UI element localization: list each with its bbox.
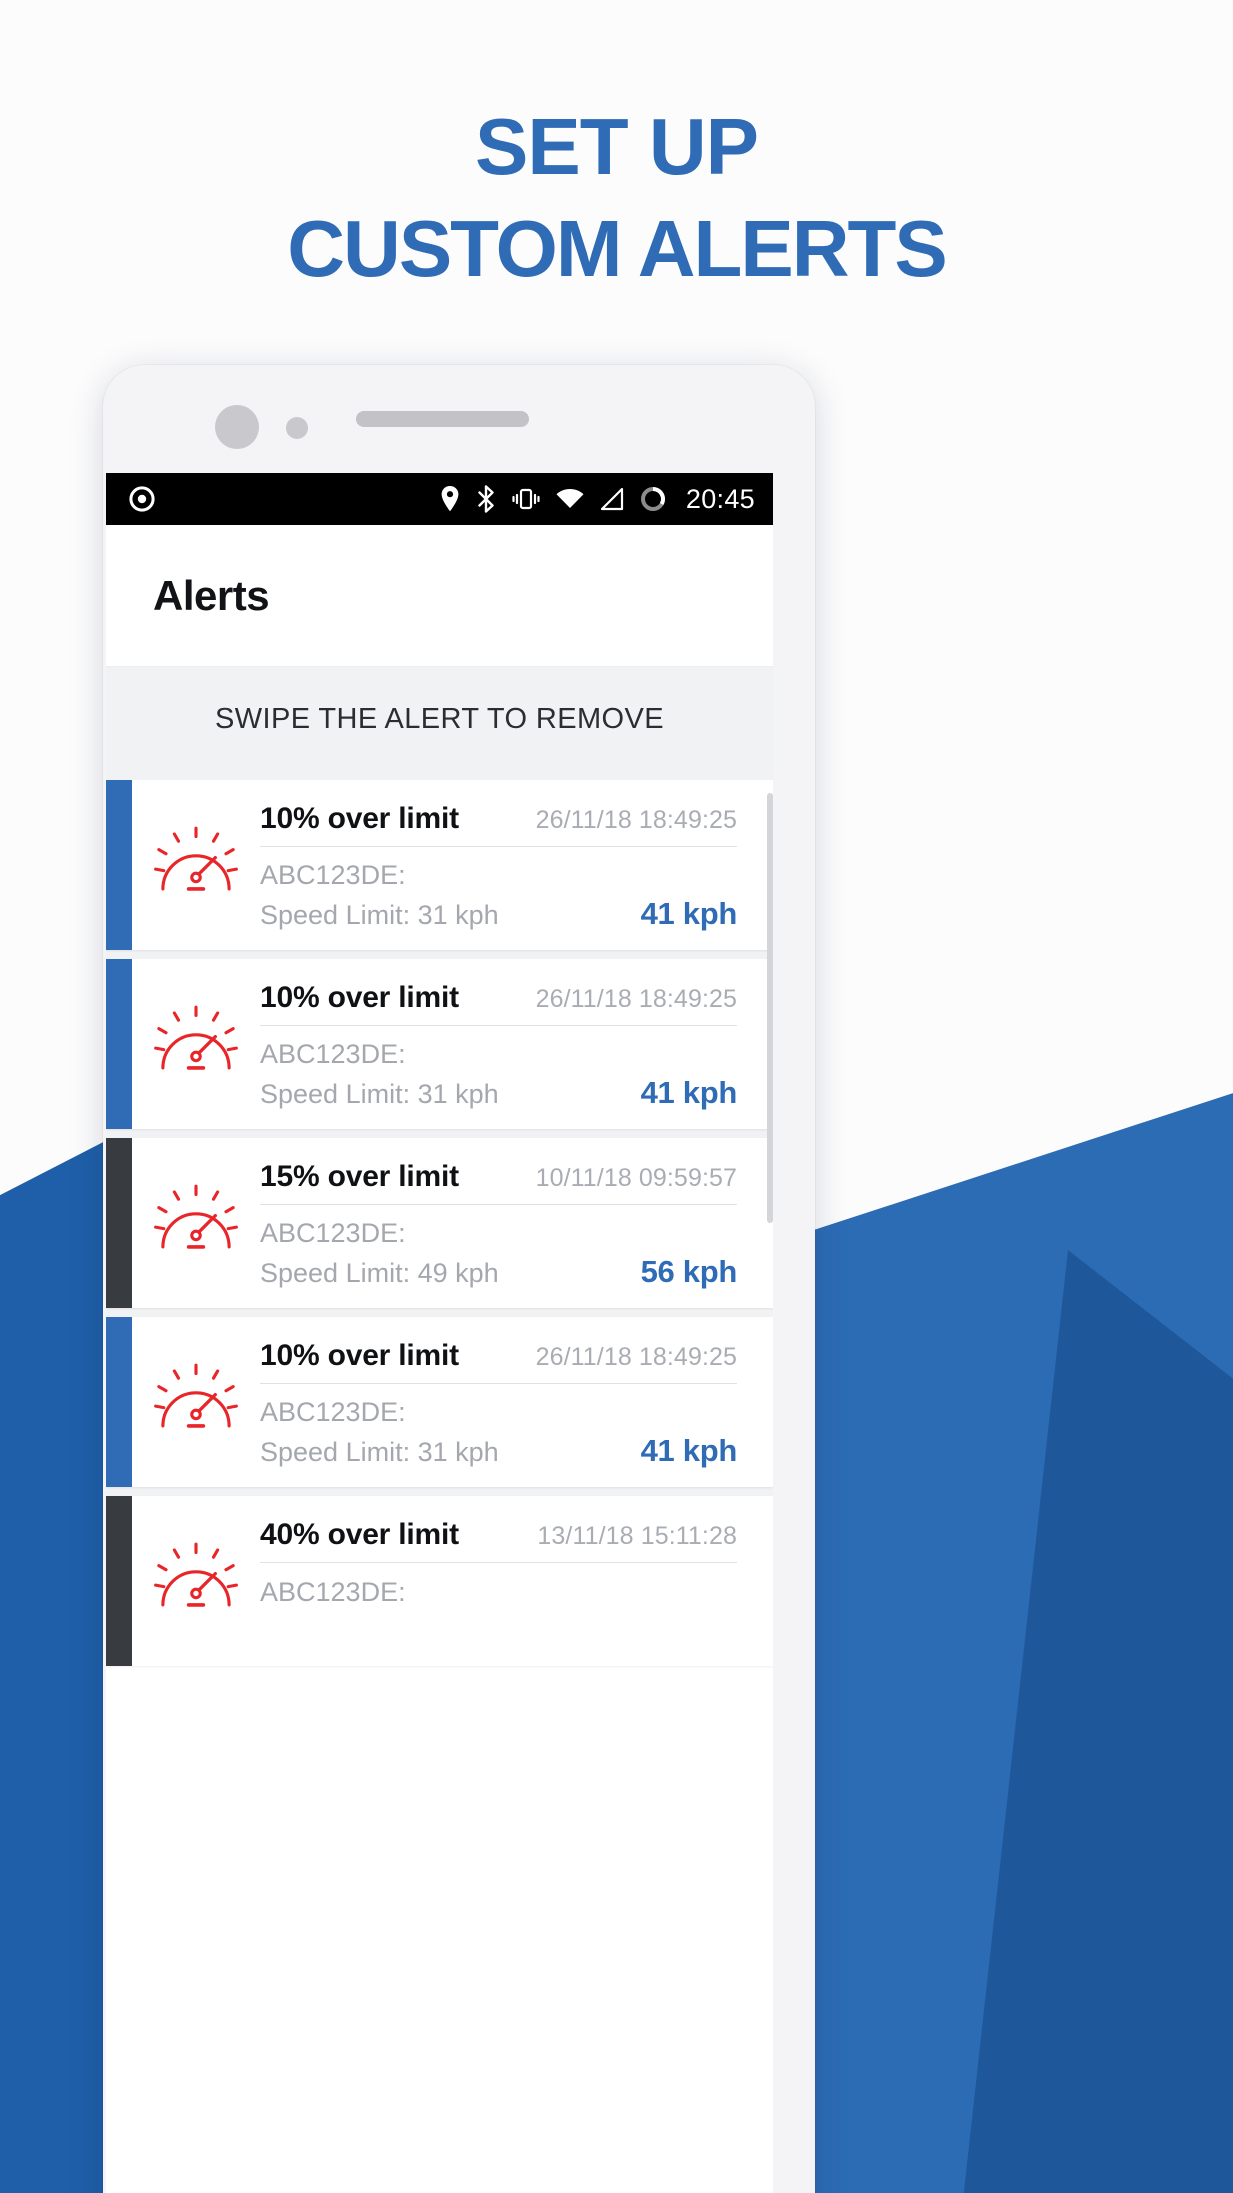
speedometer-icon <box>132 1496 260 1666</box>
alert-list-item-0[interactable]: 10% over limit 26/11/18 18:49:25 ABC123D… <box>106 780 773 950</box>
record-dot-icon <box>128 485 156 513</box>
battery-icon <box>639 485 667 513</box>
alert-vehicle-plate: ABC123DE: <box>260 1577 406 1607</box>
promo-headline: SET UP CUSTOM ALERTS <box>0 96 1233 301</box>
alert-title: 10% over limit <box>260 802 459 835</box>
alert-body: 10% over limit 26/11/18 18:49:25 ABC123D… <box>260 780 773 950</box>
alert-speed-limit: Speed Limit: 49 kph <box>260 1258 499 1288</box>
speedometer-icon <box>132 780 260 950</box>
swipe-hint: SWIPE THE ALERT TO REMOVE <box>106 667 773 771</box>
alert-vehicle-plate: ABC123DE: <box>260 1039 406 1070</box>
alert-body: 40% over limit 13/11/18 15:11:28 ABC123D… <box>260 1496 773 1666</box>
alert-timestamp: 13/11/18 15:11:28 <box>537 1522 737 1550</box>
alert-vehicle-plate: ABC123DE: <box>260 1218 406 1249</box>
page-title: Alerts <box>153 571 270 619</box>
alert-body: 10% over limit 26/11/18 18:49:25 ABC123D… <box>260 1317 773 1487</box>
signal-icon <box>598 485 626 513</box>
phone-mockup: 20:45 Alerts SWIPE THE ALERT TO REMOVE 1… <box>103 365 815 2193</box>
alert-speed-limit: Speed Limit: 31 kph <box>260 1437 499 1467</box>
promo-screenshot: SET UP CUSTOM ALERTS 20:45 Alerts SWIPE … <box>0 0 1233 2193</box>
alert-status-bar <box>106 1138 132 1308</box>
app-bar: Alerts <box>106 525 773 667</box>
scrollbar-thumb[interactable] <box>767 793 773 1223</box>
speedometer-icon <box>132 1317 260 1487</box>
bluetooth-icon <box>475 485 497 513</box>
alert-speed-limit: Speed Limit: 31 kph <box>260 1079 499 1109</box>
alert-title: 15% over limit <box>260 1160 459 1193</box>
alert-divider <box>260 1562 737 1563</box>
alert-actual-speed: 41 kph <box>640 1433 738 1468</box>
alert-timestamp: 10/11/18 09:59:57 <box>535 1164 737 1192</box>
location-pin-icon <box>438 485 462 513</box>
alert-actual-speed: 56 kph <box>640 1254 738 1289</box>
status-bar-clock: 20:45 <box>685 483 755 514</box>
alert-actual-speed: 41 kph <box>640 896 738 931</box>
alert-actual-speed: 41 kph <box>640 1075 738 1110</box>
wifi-icon <box>555 485 585 513</box>
alert-status-bar <box>106 780 132 950</box>
front-camera-icon <box>215 405 259 449</box>
vibrate-icon <box>510 485 542 513</box>
alert-list-item-4[interactable]: 40% over limit 13/11/18 15:11:28 ABC123D… <box>106 1496 773 1666</box>
alert-title: 10% over limit <box>260 1339 459 1372</box>
phone-bezel-top <box>103 365 815 473</box>
alert-list-item-1[interactable]: 10% over limit 26/11/18 18:49:25 ABC123D… <box>106 959 773 1129</box>
alert-timestamp: 26/11/18 18:49:25 <box>535 806 737 834</box>
phone-screen: 20:45 Alerts SWIPE THE ALERT TO REMOVE 1… <box>106 473 773 2193</box>
promo-headline-line1: SET UP <box>475 102 759 191</box>
alert-status-bar <box>106 1496 132 1666</box>
alert-title: 10% over limit <box>260 981 459 1014</box>
speedometer-icon <box>132 1138 260 1308</box>
alert-body: 10% over limit 26/11/18 18:49:25 ABC123D… <box>260 959 773 1129</box>
promo-headline-line2: CUSTOM ALERTS <box>287 204 947 294</box>
alert-title: 40% over limit <box>260 1518 459 1551</box>
alert-speed-limit: Speed Limit: 31 kph <box>260 900 499 930</box>
sensor-icon <box>286 417 308 439</box>
alert-timestamp: 26/11/18 18:49:25 <box>535 985 737 1013</box>
alert-vehicle-plate: ABC123DE: <box>260 1397 406 1428</box>
alert-vehicle-plate: ABC123DE: <box>260 860 406 891</box>
alert-list-item-3[interactable]: 10% over limit 26/11/18 18:49:25 ABC123D… <box>106 1317 773 1487</box>
alert-body: 15% over limit 10/11/18 09:59:57 ABC123D… <box>260 1138 773 1308</box>
alert-timestamp: 26/11/18 18:49:25 <box>535 1343 737 1371</box>
alert-status-bar <box>106 959 132 1129</box>
alert-status-bar <box>106 1317 132 1487</box>
earpiece-speaker <box>356 411 529 427</box>
alert-list[interactable]: 10% over limit 26/11/18 18:49:25 ABC123D… <box>106 771 773 1666</box>
alert-list-item-2[interactable]: 15% over limit 10/11/18 09:59:57 ABC123D… <box>106 1138 773 1308</box>
android-status-bar: 20:45 <box>106 473 773 525</box>
speedometer-icon <box>132 959 260 1129</box>
